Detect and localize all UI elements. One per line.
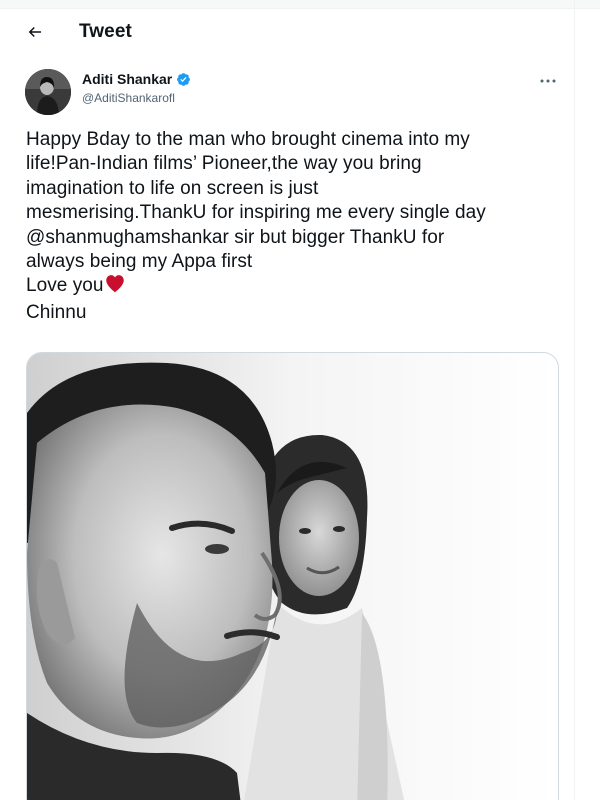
verified-badge-icon xyxy=(176,72,191,87)
tweet-line: Chinnu xyxy=(26,301,87,323)
tweet-line: always being my Appa first xyxy=(26,251,253,273)
top-strip xyxy=(0,0,600,9)
arrow-left-icon xyxy=(26,23,44,46)
tweet-text: Happy Bday to the man who brought cinema… xyxy=(26,128,566,325)
author-handle[interactable]: @AditiShankarofl xyxy=(82,91,175,105)
tweet-line: mesmerising.ThankU for inspiring me ever… xyxy=(26,202,486,224)
heart-emoji-icon xyxy=(105,274,125,300)
author-name-text: Aditi Shankar xyxy=(82,71,173,87)
tweet-line: life!Pan-Indian films’ Pioneer,the way y… xyxy=(26,153,422,175)
tweet-header: Tweet xyxy=(0,9,574,57)
back-button[interactable] xyxy=(18,17,52,51)
tweet-line: Happy Bday to the man who brought cinema… xyxy=(26,129,470,150)
author-name[interactable]: Aditi Shankar xyxy=(82,71,191,87)
tweet-mention-line: @shanmughamshankar sir but bigger ThankU… xyxy=(26,226,566,250)
page-title: Tweet xyxy=(79,21,132,42)
tweet-line: imagination to life on screen is just xyxy=(26,177,319,199)
tweet-line-love: Love you xyxy=(26,274,566,300)
tweet-photo[interactable] xyxy=(26,352,559,800)
more-horizontal-icon xyxy=(540,71,556,89)
tweet-page: Tweet Aditi Shankar @AditiShankarofl Hap… xyxy=(0,0,600,800)
avatar[interactable] xyxy=(25,69,71,115)
column-divider xyxy=(574,0,575,800)
mention-link[interactable]: @shanmughamshankar sir but bigger ThankU… xyxy=(26,227,444,248)
tweet-line-text: Love you xyxy=(26,275,104,297)
photo-illustration xyxy=(27,353,558,800)
tweet-author: Aditi Shankar @AditiShankarofl xyxy=(0,64,574,120)
more-options-button[interactable] xyxy=(534,70,562,90)
